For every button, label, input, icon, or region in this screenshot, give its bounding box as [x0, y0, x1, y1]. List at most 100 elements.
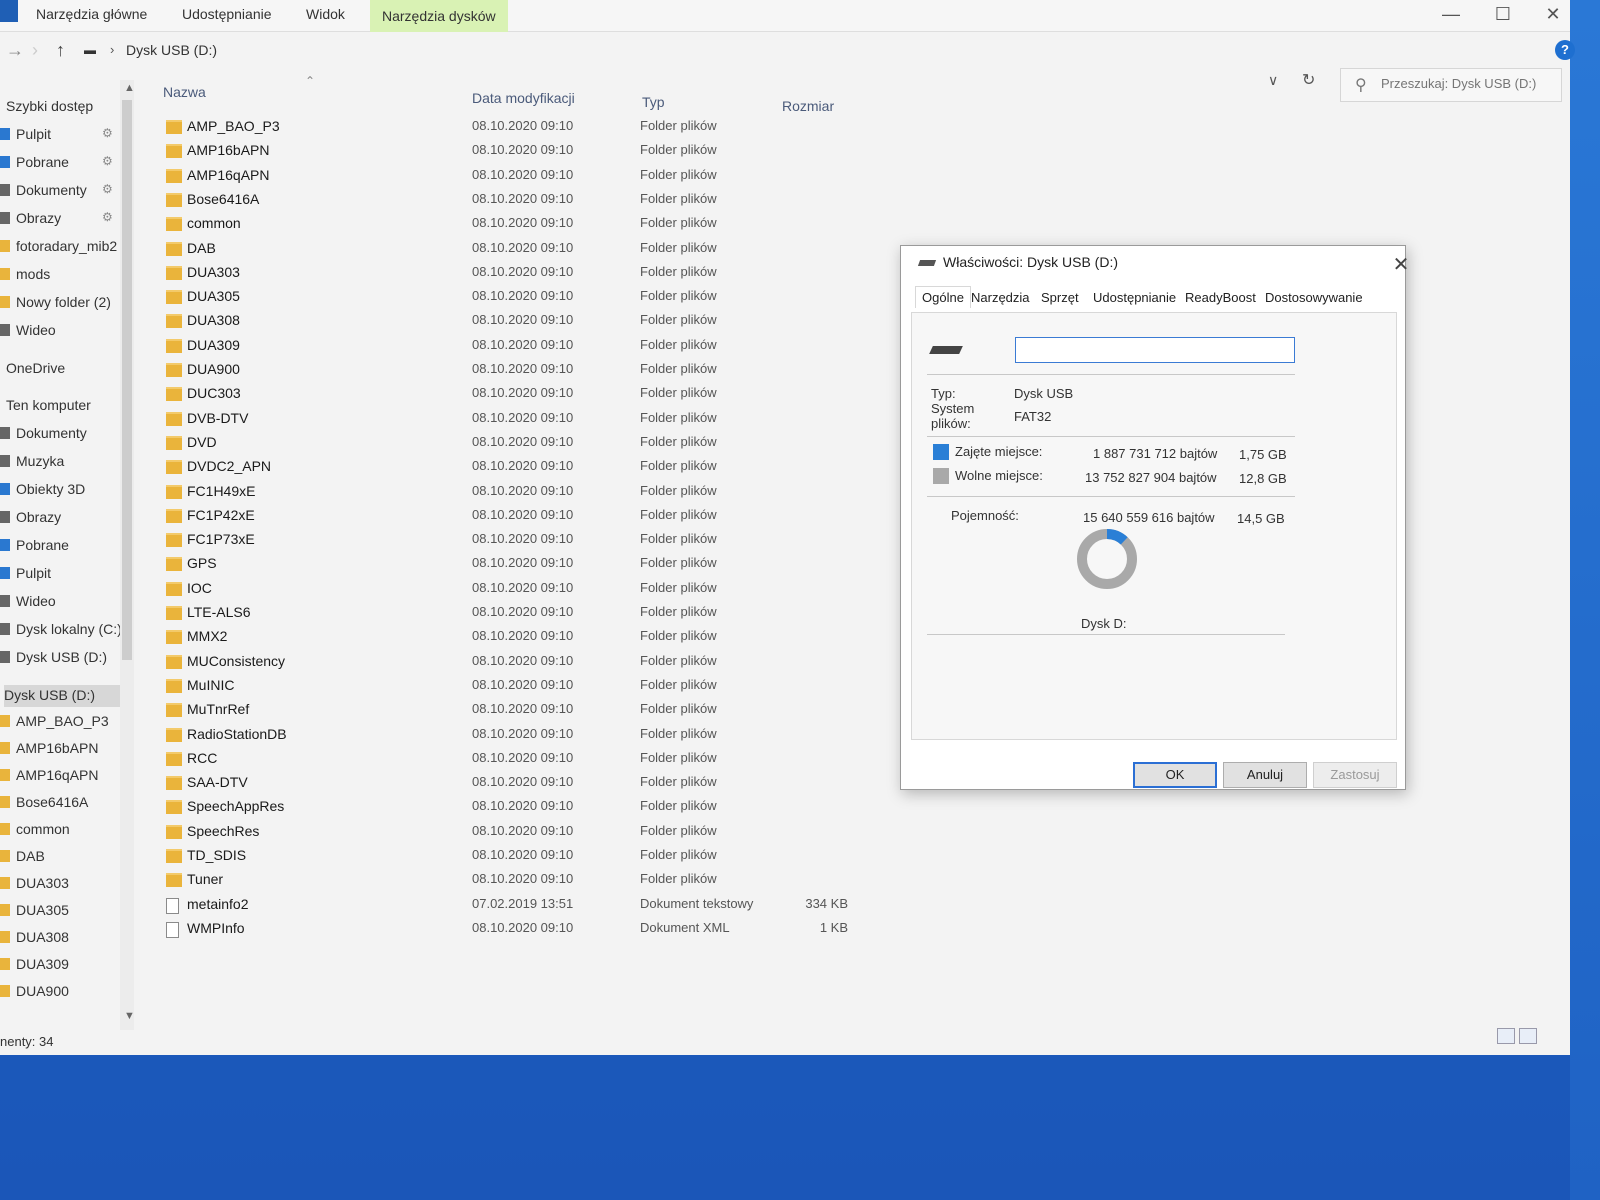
file-row[interactable]: DUA305 08.10.2020 09:10 Folder plików: [0, 288, 900, 312]
tab-share[interactable]: Udostępnianie: [174, 4, 280, 24]
file-row[interactable]: DUA900 08.10.2020 09:10 Folder plików: [0, 361, 900, 385]
folder-icon: [166, 873, 182, 888]
file-row[interactable]: metainfo2 07.02.2019 13:51 Dokument teksto…: [0, 896, 900, 920]
folder-icon: [166, 703, 182, 718]
file-row[interactable]: Bose6416A 08.10.2020 09:10 Folder plików: [0, 191, 900, 215]
tab-drive-tools[interactable]: Narzędzia dysków: [370, 0, 508, 32]
file-row[interactable]: IOC 08.10.2020 09:10 Folder plików: [0, 580, 900, 604]
breadcrumb-chevron-icon[interactable]: ›: [110, 42, 114, 57]
dialog-close-icon[interactable]: ✕: [1391, 252, 1411, 277]
details-view-icon[interactable]: [1497, 1028, 1515, 1044]
file-row[interactable]: MuTnrRef 08.10.2020 09:10 Folder plików: [0, 701, 900, 725]
file-name: DUA900: [187, 361, 240, 377]
column-header-size[interactable]: Rozmiar: [782, 98, 834, 114]
file-name: DAB: [187, 239, 216, 256]
tab-sharing[interactable]: Udostępnianie: [1093, 290, 1176, 305]
file-row[interactable]: WMPInfo 08.10.2020 09:10 Dokument XML 1 KB: [0, 920, 900, 944]
file-row[interactable]: AMP16bAPN 08.10.2020 09:10 Folder plików: [0, 142, 900, 166]
capacity-gb: 14,5 GB: [1237, 511, 1285, 526]
file-row[interactable]: RadioStationDB 08.10.2020 09:10 Folder pli…: [0, 726, 900, 750]
separator: [927, 374, 1295, 375]
file-type: Folder plików: [640, 749, 717, 765]
file-row[interactable]: DUA303 08.10.2020 09:10 Folder plików: [0, 264, 900, 288]
breadcrumb[interactable]: Dysk USB (D:): [126, 42, 217, 58]
file-date: 08.10.2020 09:10: [472, 118, 574, 133]
scroll-down-icon[interactable]: ▼: [124, 1010, 135, 1022]
file-row[interactable]: MMX2 08.10.2020 09:10 Folder plików: [0, 628, 900, 652]
file-row[interactable]: LTE-ALS6 08.10.2020 09:10 Folder plików: [0, 604, 900, 628]
column-header-name[interactable]: Nazwa: [163, 84, 206, 100]
separator: [927, 634, 1285, 635]
file-row[interactable]: DUA308 08.10.2020 09:10 Folder plików: [0, 312, 900, 336]
drive-label-input[interactable]: [1015, 337, 1295, 363]
tab-customize[interactable]: Dostosowywanie: [1265, 290, 1363, 305]
file-row[interactable]: MUConsistency 08.10.2020 09:10 Folder plik…: [0, 653, 900, 677]
file-name: DUA305: [187, 288, 240, 305]
file-row[interactable]: SpeechRes 08.10.2020 09:10 Folder plików: [0, 823, 900, 847]
folder-icon: [166, 144, 182, 159]
file-row[interactable]: common 08.10.2020 09:10 Folder plików: [0, 215, 900, 239]
file-name: metainfo2: [187, 895, 249, 912]
tab-home[interactable]: Narzędzia główne: [28, 4, 155, 24]
apply-button[interactable]: Zastosuj: [1313, 762, 1397, 788]
ok-button[interactable]: OK: [1133, 762, 1217, 788]
column-header-type[interactable]: Typ: [642, 94, 665, 110]
separator: [927, 436, 1295, 437]
file-type: Dokument tekstowy: [640, 895, 754, 911]
folder-icon: [166, 751, 182, 766]
cancel-button[interactable]: Anuluj: [1223, 762, 1307, 788]
file-row[interactable]: AMP16qAPN 08.10.2020 09:10 Folder plików: [0, 167, 900, 191]
nav-quick-access[interactable]: Szybki dostęp: [6, 98, 93, 120]
used-space-gb: 1,75 GB: [1239, 447, 1287, 462]
minimize-icon[interactable]: —: [1436, 4, 1466, 25]
file-date: 08.10.2020 09:10: [472, 142, 574, 158]
large-icons-view-icon[interactable]: [1519, 1028, 1537, 1044]
folder-icon: [166, 508, 182, 523]
nav-item-usb-folder[interactable]: DUA900: [0, 983, 69, 1005]
file-row[interactable]: SAA-DTV 08.10.2020 09:10 Folder plików: [0, 774, 900, 798]
search-box[interactable]: ⚲: [1340, 68, 1562, 102]
close-icon[interactable]: ✕: [1538, 4, 1568, 25]
file-menu-tab[interactable]: [0, 0, 18, 22]
nav-item-usb-folder[interactable]: DUA309: [0, 956, 69, 978]
file-row[interactable]: RCC 08.10.2020 09:10 Folder plików: [0, 750, 900, 774]
file-row[interactable]: DUC303 08.10.2020 09:10 Folder plików: [0, 385, 900, 409]
up-arrow-icon[interactable]: ↑: [56, 40, 65, 61]
file-row[interactable]: AMP_BAO_P3 08.10.2020 09:10 Folder plików: [0, 118, 900, 142]
file-row[interactable]: FC1H49xE 08.10.2020 09:10 Folder plików: [0, 483, 900, 507]
file-date: 08.10.2020 09:10: [472, 774, 574, 790]
file-row[interactable]: DVD 08.10.2020 09:10 Folder plików: [0, 434, 900, 458]
tab-readyboost[interactable]: ReadyBoost: [1185, 290, 1256, 305]
file-row[interactable]: DVDC2_APN 08.10.2020 09:10 Folder plików: [0, 458, 900, 482]
maximize-icon[interactable]: ☐: [1488, 4, 1518, 25]
back-arrow-icon[interactable]: →: [6, 40, 24, 61]
view-switcher: [1493, 1028, 1537, 1047]
folder-icon: [166, 363, 182, 377]
tab-general[interactable]: Ogólne: [915, 286, 971, 308]
file-row[interactable]: MuINIC 08.10.2020 09:10 Folder plików: [0, 677, 900, 701]
file-date: 08.10.2020 09:10: [472, 628, 574, 644]
file-row[interactable]: FC1P42xE 08.10.2020 09:10 Folder plików: [0, 507, 900, 531]
column-header-date[interactable]: Data modyfikacji: [472, 90, 575, 106]
file-row[interactable]: FC1P73xE 08.10.2020 09:10 Folder plików: [0, 531, 900, 555]
tab-tools[interactable]: Narzędzia: [971, 290, 1030, 305]
scroll-up-icon[interactable]: ▲: [124, 82, 135, 94]
file-row[interactable]: DAB 08.10.2020 09:10 Folder plików: [0, 240, 900, 264]
file-row[interactable]: TD_SDIS 08.10.2020 09:10 Folder plików: [0, 847, 900, 871]
search-input[interactable]: [1381, 76, 1556, 91]
file-row[interactable]: DVB-DTV 08.10.2020 09:10 Folder plików: [0, 410, 900, 434]
file-type: Folder plików: [640, 676, 717, 692]
help-icon[interactable]: ?: [1555, 40, 1575, 60]
file-row[interactable]: SpeechAppRes 08.10.2020 09:10 Folder plikó…: [0, 798, 900, 822]
file-name: SAA-DTV: [187, 774, 248, 791]
folder-icon: [166, 435, 182, 450]
forward-arrow-icon[interactable]: ›: [32, 40, 38, 61]
tab-view[interactable]: Widok: [298, 4, 353, 24]
refresh-icon[interactable]: ↻: [1302, 70, 1315, 90]
file-row[interactable]: GPS 08.10.2020 09:10 Folder plików: [0, 555, 900, 579]
tab-hardware[interactable]: Sprzęt: [1041, 290, 1079, 305]
file-row[interactable]: DUA309 08.10.2020 09:10 Folder plików: [0, 337, 900, 361]
file-row[interactable]: Tuner 08.10.2020 09:10 Folder plików: [0, 871, 900, 895]
address-dropdown-icon[interactable]: ∨: [1268, 72, 1278, 89]
file-type: Folder plików: [640, 263, 717, 279]
